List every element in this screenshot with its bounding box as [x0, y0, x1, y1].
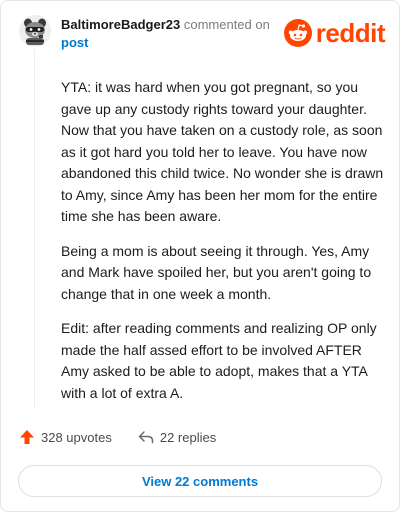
comment-header: BaltimoreBadger23 commented on post redd…: [19, 13, 386, 57]
replies-button[interactable]: 22 replies: [138, 430, 216, 445]
comment-paragraph: YTA: it was hard when you got pregnant, …: [61, 79, 384, 224]
comment-paragraph: Being a mom is about seeing it through. …: [61, 242, 372, 302]
reply-arrow-icon: [138, 431, 154, 444]
upvote-arrow-icon: [20, 430, 34, 444]
thread-line: [34, 49, 35, 409]
comment-card: BaltimoreBadger23 commented on post redd…: [0, 0, 400, 512]
raccoon-avatar-icon: [19, 15, 51, 47]
comment-meta: BaltimoreBadger23 commented on post: [61, 16, 281, 52]
comment-actions: 328 upvotes 22 replies: [19, 429, 242, 445]
user-avatar[interactable]: [19, 15, 51, 47]
action-text: commented on: [183, 17, 270, 32]
upvote-button[interactable]: 328 upvotes: [19, 429, 112, 445]
view-comments-button[interactable]: View 22 comments: [18, 465, 382, 497]
reddit-wordmark: reddit: [315, 18, 386, 48]
username[interactable]: BaltimoreBadger23: [61, 17, 180, 32]
post-link[interactable]: post: [61, 34, 281, 52]
reply-count: 22 replies: [159, 429, 217, 445]
comment-body: YTA: it was hard when you got pregnant, …: [61, 77, 387, 417]
reddit-logo[interactable]: reddit: [283, 18, 386, 48]
comment-paragraph: Edit: after reading comments and realizi…: [61, 320, 377, 401]
reddit-snoo-icon: [283, 19, 312, 47]
upvote-count: 328 upvotes: [41, 429, 112, 445]
